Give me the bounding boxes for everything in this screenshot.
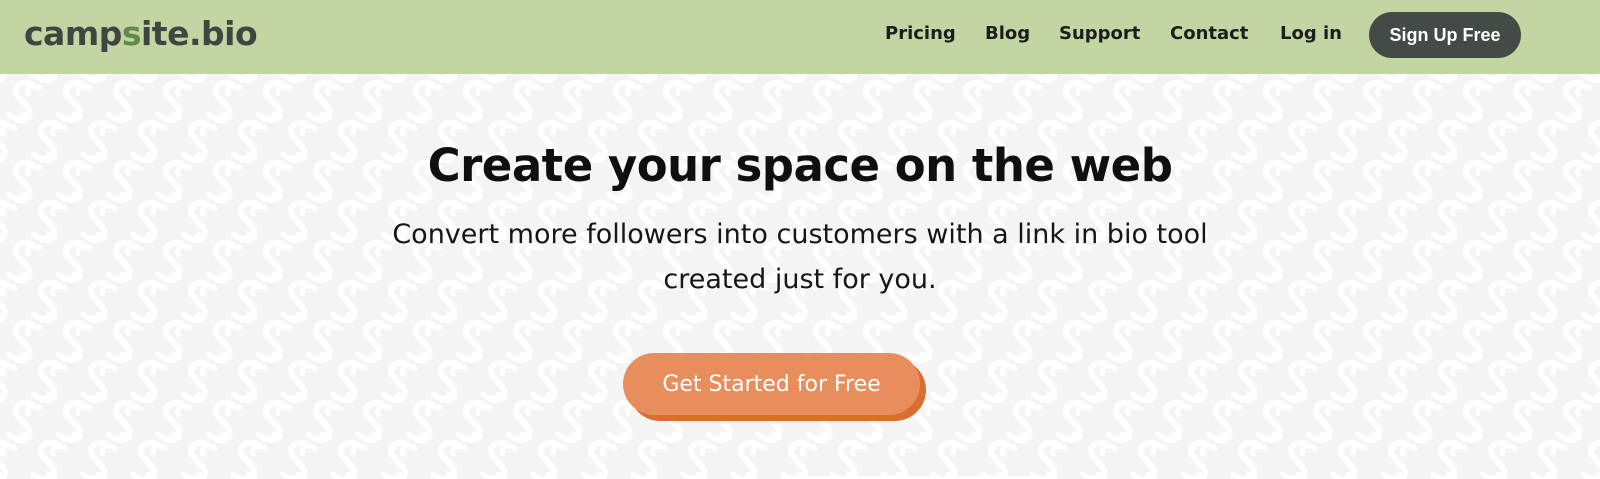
logo-text-prefix: camp: [24, 14, 122, 53]
nav-support[interactable]: Support: [1059, 22, 1140, 46]
logo-leaf-s: s: [121, 14, 142, 53]
sign-up-button[interactable]: Sign Up Free: [1369, 12, 1521, 58]
hero-subheadline: Convert more followers into customers wi…: [0, 212, 1600, 302]
logo-text-suffix: ite.bio: [141, 14, 258, 53]
nav-pricing[interactable]: Pricing: [885, 22, 956, 46]
campsite-logo[interactable]: campsite.bio: [24, 12, 258, 56]
nav-contact[interactable]: Contact: [1170, 22, 1248, 46]
nav-login[interactable]: Log in: [1280, 22, 1342, 46]
get-started-button-wrap: Get Started for Free: [623, 353, 928, 421]
get-started-button[interactable]: Get Started for Free: [623, 353, 920, 415]
nav-blog[interactable]: Blog: [985, 22, 1030, 46]
hero-headline: Create your space on the web: [427, 139, 1173, 192]
site-header: campsite.bio Pricing Blog Support Contac…: [0, 0, 1600, 74]
hero-subheadline-line-1: Convert more followers into customers wi…: [392, 219, 1208, 250]
hero-subheadline-line-2: created just for you.: [663, 264, 937, 295]
